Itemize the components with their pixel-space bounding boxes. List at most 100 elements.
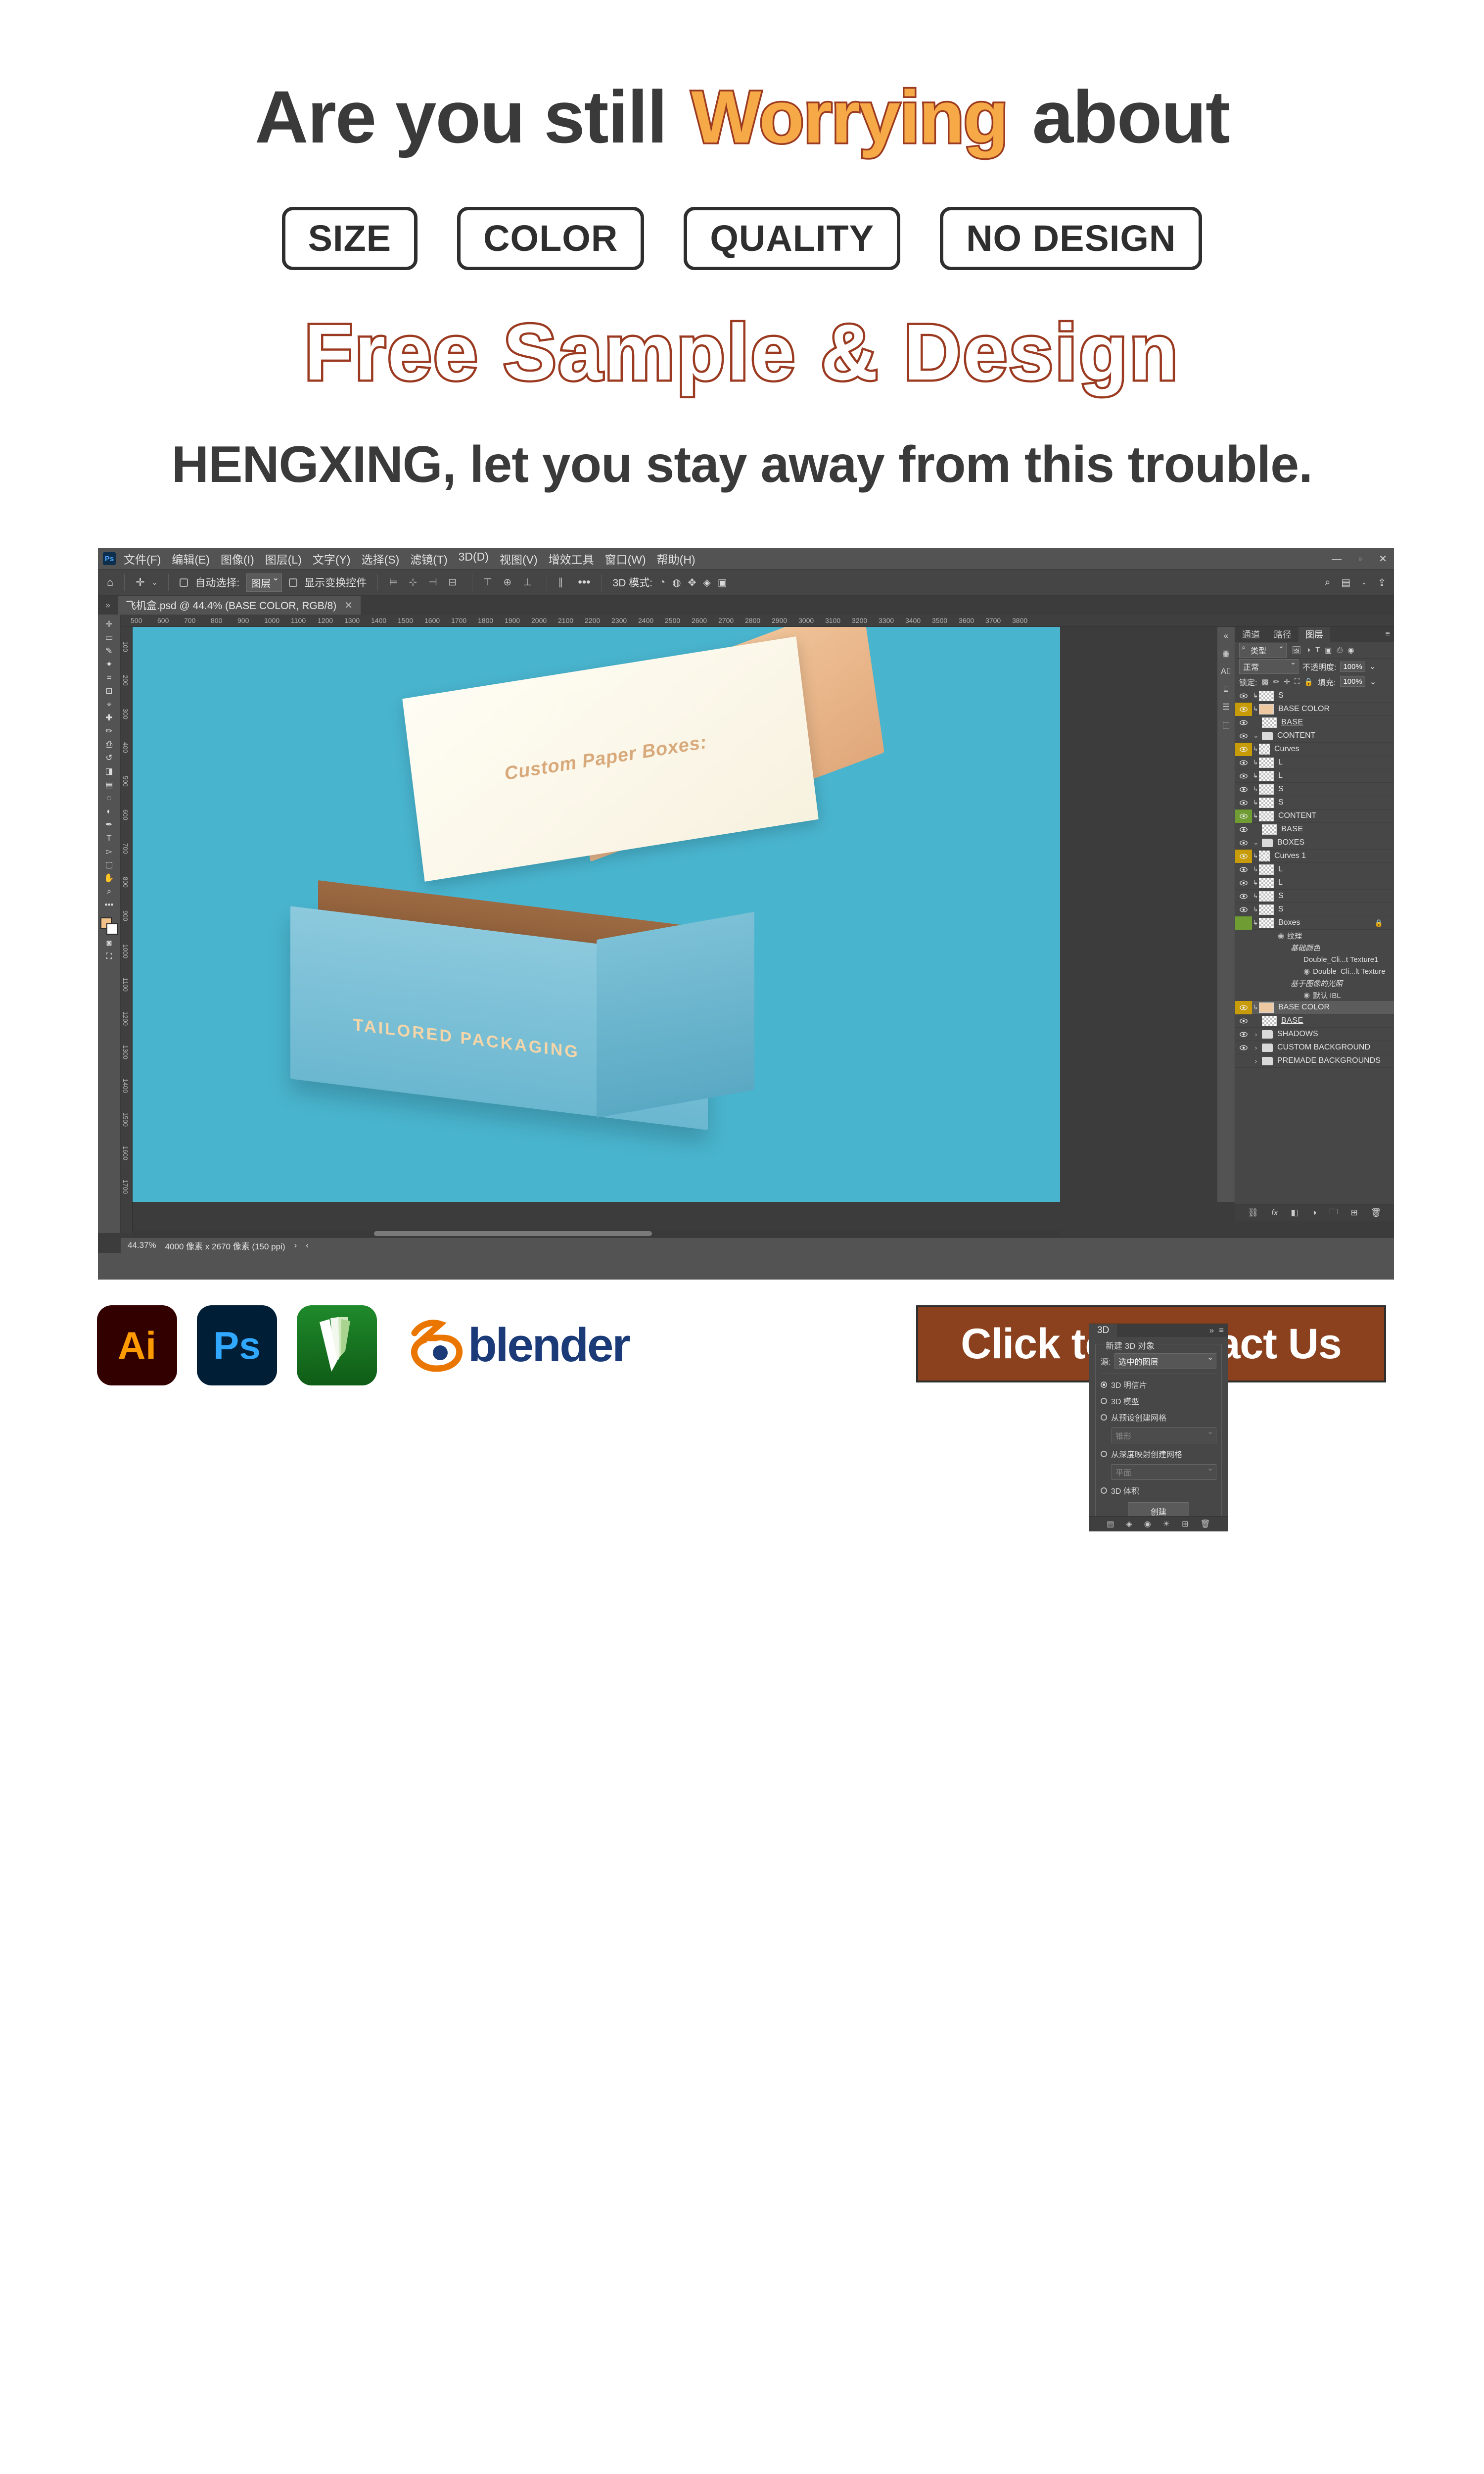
zoom-level[interactable]: 44.37%	[128, 1240, 156, 1250]
crop-tool[interactable]: ⌗	[99, 671, 120, 684]
layer-row[interactable]: ↳ CONTENT	[1235, 809, 1394, 823]
3d-material-icon[interactable]: ◉	[1144, 1519, 1151, 1529]
layer-row[interactable]: ↳ L	[1235, 756, 1394, 769]
menu-view[interactable]: 视图(V)	[500, 550, 538, 567]
menu-file[interactable]: 文件(F)	[124, 550, 161, 567]
3d-slide-icon[interactable]: ◈	[703, 576, 710, 589]
visibility-toggle[interactable]: ◉	[1303, 967, 1310, 976]
layer-visibility-toggle[interactable]	[1235, 1041, 1252, 1054]
properties-panel-icon[interactable]: ☰	[1222, 702, 1230, 712]
chevron-down-icon[interactable]: ⌄	[1252, 732, 1260, 740]
image-filter-icon[interactable]: 🖼	[1292, 646, 1301, 655]
menu-layer[interactable]: 图层(L)	[265, 550, 302, 567]
menu-plugins[interactable]: 增效工具	[549, 550, 594, 567]
layer-subitem[interactable]: 基于图像的光照	[1235, 977, 1394, 989]
radio-icon[interactable]	[1101, 1487, 1107, 1494]
chevron-down-icon[interactable]: ⌄	[152, 578, 158, 587]
layer-thumbnail[interactable]	[1259, 917, 1274, 928]
align-left-icon[interactable]: ⊨	[389, 576, 402, 589]
layer-thumbnail[interactable]	[1262, 1015, 1277, 1026]
layer-row[interactable]: ↳ ◑ Curves	[1235, 742, 1394, 756]
frame-tool[interactable]: ⊡	[99, 684, 120, 698]
blur-tool[interactable]: ◌	[99, 791, 120, 805]
color-swatches[interactable]	[99, 916, 119, 936]
layer-row[interactable]: BASE	[1235, 716, 1394, 729]
document-tab[interactable]: 飞机盒.psd @ 44.4% (BASE COLOR, RGB/8) ✕	[118, 596, 361, 615]
zoom-tool[interactable]: ⌕	[99, 885, 120, 898]
filter-toggle-icon[interactable]: ◉	[1347, 646, 1354, 655]
adjustment-layer-icon[interactable]: ◑	[1311, 1208, 1316, 1218]
lock-transparency-icon[interactable]: ▩	[1261, 677, 1268, 686]
gradient-tool[interactable]: ▤	[99, 778, 120, 791]
screen-mode-tool[interactable]: ⛶	[99, 950, 120, 963]
layer-list[interactable]: ↳ S ↳ BASE COLOR BASE ⌄ CONTENT ↳ ◑ Curves ↳ L ↳ L ↳ S ↳…	[1235, 689, 1394, 1204]
option-3d-postcard[interactable]: 3D 明信片	[1101, 1379, 1216, 1390]
3d-add-icon[interactable]: ⊞	[1182, 1519, 1188, 1529]
layer-row[interactable]: ↳ S	[1235, 890, 1394, 903]
layer-visibility-toggle[interactable]	[1235, 716, 1252, 729]
option-mesh-from-preset[interactable]: 从预设创建网格	[1101, 1411, 1216, 1423]
3d-dock-icon[interactable]: ◫	[1222, 720, 1230, 730]
3d-scene-icon[interactable]: ▤	[1107, 1519, 1114, 1529]
opacity-value[interactable]: 100%	[1340, 661, 1365, 672]
layer-row[interactable]: ↳ S	[1235, 796, 1394, 809]
chevron-down-icon[interactable]: ⌄	[1252, 839, 1260, 847]
radio-icon[interactable]	[1101, 1450, 1107, 1457]
horizontal-scrollbar[interactable]	[133, 1230, 1060, 1237]
layer-visibility-toggle[interactable]	[1235, 849, 1252, 863]
menu-window[interactable]: 窗口(W)	[605, 550, 646, 567]
share-icon[interactable]: ⇪	[1378, 576, 1386, 589]
lasso-tool[interactable]: ✎	[99, 644, 120, 658]
layer-subitem[interactable]: ◉ Double_Cli...lt Texture	[1235, 965, 1394, 977]
layer-thumbnail[interactable]: ◑	[1259, 744, 1270, 755]
collapse-dock-icon[interactable]: «	[1224, 631, 1228, 641]
visibility-toggle[interactable]: ◉	[1303, 991, 1310, 999]
menu-edit[interactable]: 编辑(E)	[172, 550, 210, 567]
3d-light-icon[interactable]: ☀	[1163, 1519, 1170, 1529]
chevron-down-icon[interactable]: ⌄	[1370, 677, 1376, 687]
layer-visibility-toggle[interactable]	[1235, 1000, 1252, 1014]
radio-icon[interactable]	[1101, 1381, 1107, 1388]
menu-3d[interactable]: 3D(D)	[459, 550, 489, 567]
move-tool[interactable]: ✛	[99, 618, 120, 631]
menu-image[interactable]: 图像(I)	[221, 550, 254, 567]
layer-row[interactable]: › CUSTOM BACKGROUND	[1235, 1041, 1394, 1054]
adjustment-filter-icon[interactable]: ◑	[1306, 646, 1310, 654]
layer-visibility-toggle[interactable]	[1235, 1054, 1252, 1068]
layer-thumbnail[interactable]	[1259, 864, 1274, 875]
layer-thumbnail[interactable]: ◑	[1259, 851, 1270, 861]
layer-thumbnail[interactable]	[1259, 704, 1274, 714]
link-layers-icon[interactable]: ⛓	[1248, 1208, 1258, 1218]
option-3d-volume[interactable]: 3D 体积	[1101, 1484, 1216, 1496]
workspace-icon[interactable]: ▤	[1341, 576, 1350, 589]
auto-select-target-dropdown[interactable]: 图层	[246, 573, 282, 592]
chevron-right-icon[interactable]: ›	[1252, 1044, 1260, 1051]
chevron-down-icon[interactable]: ⌄	[1369, 662, 1376, 671]
layer-visibility-toggle[interactable]	[1235, 689, 1252, 703]
layer-mask-icon[interactable]: ◧	[1291, 1208, 1298, 1218]
layer-row[interactable]: BASE	[1235, 823, 1394, 836]
tab-channels[interactable]: 通道	[1235, 627, 1267, 642]
layer-thumbnail[interactable]	[1259, 690, 1274, 701]
layer-visibility-toggle[interactable]	[1235, 876, 1252, 890]
delete-layer-icon[interactable]: 🗑	[1371, 1208, 1382, 1218]
chevron-down-icon[interactable]: ⌄	[1361, 578, 1367, 586]
layer-thumbnail[interactable]	[1259, 877, 1274, 888]
depth-dropdown[interactable]: 平面	[1112, 1464, 1216, 1480]
blend-mode-dropdown[interactable]: 正常	[1239, 658, 1298, 674]
3d-camera-icon[interactable]: ▣	[718, 576, 727, 589]
hand-tool[interactable]: ✋	[99, 871, 120, 885]
healing-brush-tool[interactable]: ✚	[99, 711, 120, 724]
pen-tool[interactable]: ✒	[99, 818, 120, 831]
layer-visibility-toggle[interactable]	[1235, 729, 1252, 743]
radio-icon[interactable]	[1101, 1414, 1107, 1421]
layer-visibility-toggle[interactable]	[1235, 1014, 1252, 1028]
auto-select-checkbox[interactable]	[180, 578, 188, 587]
layer-thumbnail[interactable]	[1259, 784, 1274, 795]
layer-thumbnail[interactable]	[1262, 824, 1277, 835]
layer-thumbnail[interactable]	[1259, 797, 1274, 808]
radio-icon[interactable]	[1101, 1397, 1107, 1404]
layer-row[interactable]: ↳ Boxes 🔒	[1235, 916, 1394, 930]
3d-roll-icon[interactable]: ◍	[672, 576, 681, 589]
align-center-h-icon[interactable]: ⊹	[409, 576, 421, 589]
